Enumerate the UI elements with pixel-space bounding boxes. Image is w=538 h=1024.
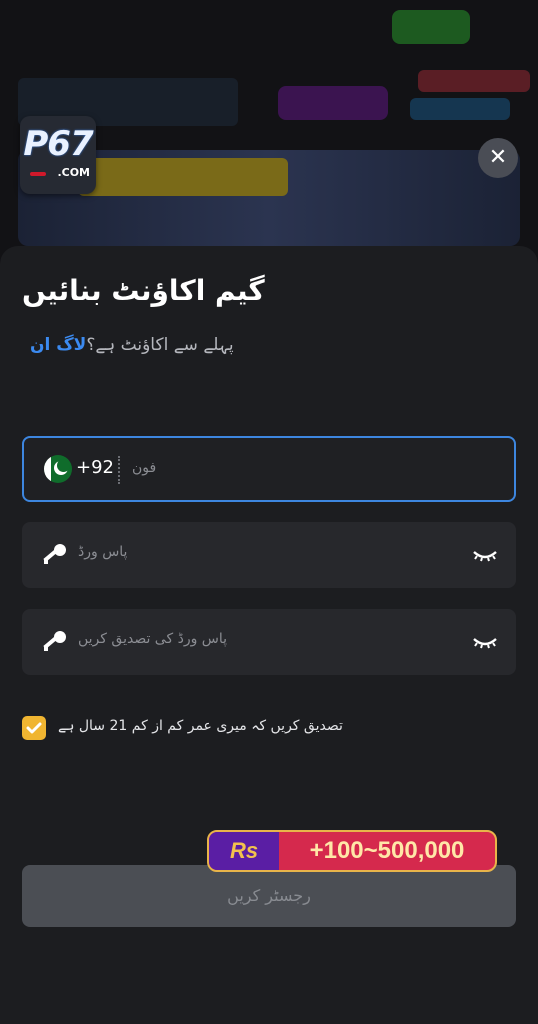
logo-text: P67 [23,124,93,164]
key-icon [43,544,66,564]
register-button[interactable]: رجسٹر کریں [22,865,516,927]
divider [118,456,120,484]
login-prompt: پہلے سے اکاؤنٹ ہے؟لاگ ان [30,334,234,355]
logo-suffix: .COM [57,166,90,179]
confirm-password-placeholder: پاس ورڈ کی تصدیق کریں [78,631,228,647]
blurred-login-button [392,10,470,44]
page-title: گیم اکاؤنٹ بنائیں [22,274,265,307]
blurred-badge [418,70,530,92]
confirm-password-field[interactable]: پاس ورڈ کی تصدیق کریں [22,609,516,675]
bonus-badge: Rs +100~500,000 [207,830,497,872]
age-confirm-label: تصدیق کریں کہ میری عمر کم از کم 21 سال ہ… [58,718,343,734]
age-checkbox[interactable] [22,716,46,740]
phone-field[interactable]: +92 فون [22,436,516,502]
currency-label: Rs [209,832,279,870]
bonus-amount: +100~500,000 [309,837,465,864]
blurred-promo-button [278,86,388,120]
key-icon [43,631,66,651]
password-placeholder: پاس ورڈ [78,544,128,560]
eye-closed-icon[interactable] [472,631,498,651]
checkmark-icon [26,722,42,734]
eye-closed-icon[interactable] [472,544,498,564]
phone-placeholder: فون [132,460,157,476]
pakistan-flag-icon [44,455,72,483]
login-link[interactable]: لاگ ان [30,335,86,355]
country-code[interactable]: +92 [76,457,114,478]
blurred-badge-blue [410,98,510,120]
close-button[interactable]: ✕ [478,138,518,178]
login-prompt-text: پہلے سے اکاؤنٹ ہے؟ [86,335,234,355]
app-logo: P67 .COM [20,116,96,194]
password-field[interactable]: پاس ورڈ [22,522,516,588]
